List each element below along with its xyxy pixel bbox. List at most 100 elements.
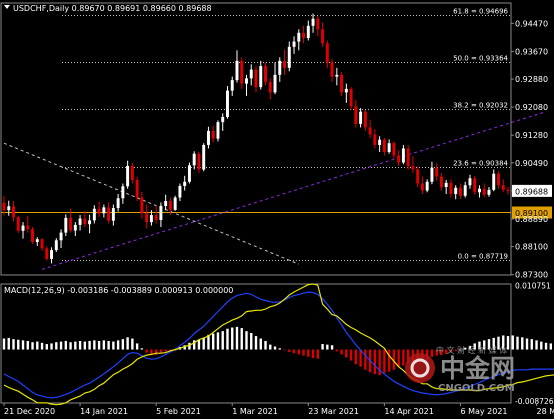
macd-histogram-bar (212, 333, 215, 350)
price-and-macd-chart[interactable]: 61.8 = 0.94696 50.0 = 0.93364 38.2 = 0.920… (0, 0, 554, 419)
price-axis-label: 0.88100 (515, 243, 548, 252)
macd-histogram-bar (69, 342, 72, 350)
macd-histogram-bar (2, 338, 6, 350)
candle (473, 175, 477, 195)
macd-histogram-bar (64, 340, 67, 350)
candle (278, 57, 282, 82)
candle-body (425, 181, 429, 191)
candle-body (430, 167, 434, 182)
candle (178, 183, 182, 202)
candle (216, 120, 220, 142)
candle-body (35, 239, 39, 243)
candle (211, 125, 215, 143)
macd-histogram-bar (50, 343, 53, 350)
candle (140, 191, 144, 219)
candle (92, 205, 96, 224)
candle-body (501, 185, 505, 190)
macd-histogram-bar (7, 337, 10, 350)
macd-histogram-bar (516, 336, 519, 350)
candle (449, 179, 453, 198)
candle-body (64, 217, 68, 233)
candle (187, 162, 191, 184)
macd-histogram-bar (387, 349, 391, 372)
macd-histogram-bar (397, 349, 400, 367)
macd-histogram-bar (373, 349, 377, 375)
price-axis-label: 0.91280 (515, 131, 548, 140)
candle (287, 41, 291, 72)
candle-body (306, 25, 310, 39)
candle-body (444, 182, 448, 188)
candle-body (111, 208, 115, 221)
candle-body (435, 167, 439, 177)
watermark-logo-icon (405, 353, 435, 383)
candle (221, 113, 225, 131)
fib-level-label: 38.2 = 0.92032 (453, 102, 508, 110)
candle-body (363, 111, 367, 128)
candle-body (240, 60, 244, 84)
candle (477, 185, 481, 198)
candle (506, 187, 510, 195)
candle (306, 20, 310, 41)
candle-body (468, 178, 472, 186)
candle (192, 151, 196, 170)
candle-body (416, 169, 420, 184)
candle (354, 100, 358, 128)
candle (335, 67, 339, 86)
macd-histogram-bar (116, 340, 120, 350)
candle-body (325, 43, 329, 63)
candle-body (482, 188, 486, 195)
price-axis-label: 0.94470 (515, 19, 548, 28)
candle-body (473, 178, 477, 193)
candle (359, 108, 363, 128)
candle (292, 36, 296, 54)
candle-body (183, 181, 187, 186)
price-header: USDCHF,Daily 0.89670 0.89691 0.89660 0.8… (13, 4, 212, 13)
macd-histogram-bar (254, 336, 258, 350)
candle (50, 247, 54, 264)
macd-histogram-bar (31, 342, 34, 350)
price-pane-frame (0, 2, 512, 276)
candle (225, 86, 229, 119)
macd-histogram-bar (345, 349, 348, 358)
macd-histogram-bar (359, 349, 362, 367)
watermark-domain: CNGOLD.COM (438, 383, 515, 394)
candle-body (83, 218, 87, 225)
candle (159, 202, 163, 227)
candle (497, 171, 500, 189)
candle (344, 83, 348, 103)
candle (268, 78, 272, 100)
candle (145, 204, 149, 229)
candle (235, 50, 239, 83)
candle-body (382, 139, 386, 152)
candle (202, 143, 206, 172)
descending-trend-line (3, 142, 299, 265)
candle-body (78, 218, 82, 225)
candle-body (245, 78, 248, 84)
candle (297, 29, 301, 51)
candle (439, 173, 443, 191)
candle-body (16, 217, 20, 231)
macd-histogram-bar (383, 349, 386, 373)
macd-histogram-bar (26, 340, 29, 350)
macd-histogram-bar (240, 328, 243, 350)
macd-histogram-bar (330, 345, 334, 350)
macd-histogram-bar (93, 340, 96, 350)
candle (254, 66, 258, 93)
candle-body (273, 74, 277, 93)
macd-histogram-bar (511, 335, 514, 350)
candle (183, 175, 187, 191)
candle (416, 166, 420, 188)
candle-body (378, 139, 382, 145)
candle (454, 185, 458, 200)
macd-histogram-bar (402, 349, 405, 366)
price-axis-label: 0.92080 (515, 103, 548, 112)
candle-body (135, 180, 139, 198)
candle-body (145, 213, 149, 223)
candle-body (121, 186, 125, 199)
macd-histogram-bar (340, 349, 343, 355)
macd-histogram-bar (59, 341, 63, 350)
macd-histogram-bar (307, 349, 310, 357)
candle (311, 13, 315, 33)
macd-histogram-bar (226, 328, 229, 350)
candle-body (88, 220, 92, 225)
